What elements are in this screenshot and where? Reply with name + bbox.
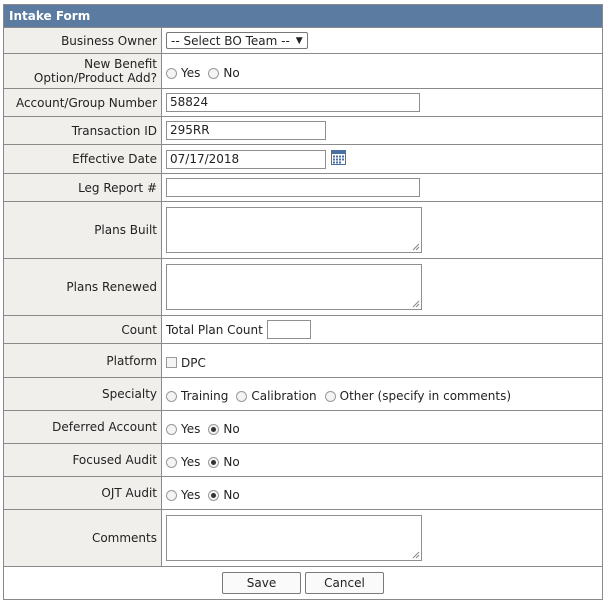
count-label: Count (4, 316, 162, 343)
new-benefit-yes-option[interactable]: Yes (166, 66, 200, 80)
transaction-id-input[interactable]: 295RR (166, 121, 326, 140)
row-deferred-account: Deferred Account Yes No (4, 411, 602, 444)
new-benefit-yes-label: Yes (181, 66, 201, 80)
ojt-audit-label: OJT Audit (4, 477, 162, 509)
ojt-audit-yes-radio[interactable] (166, 489, 177, 501)
focused-audit-label: Focused Audit (4, 444, 162, 476)
specialty-other-radio[interactable] (324, 390, 336, 402)
deferred-account-yes-option[interactable]: Yes (166, 422, 200, 436)
row-plans-built: Plans Built (4, 202, 602, 259)
focused-audit-yes-radio[interactable] (166, 456, 177, 468)
cancel-button[interactable]: Cancel (305, 572, 384, 594)
effective-date-label: Effective Date (4, 145, 162, 173)
specialty-calibration-option[interactable]: Calibration (236, 389, 317, 403)
intake-form: Intake Form Business Owner -- Select BO … (3, 4, 603, 600)
resize-grip-icon[interactable] (412, 300, 420, 308)
specialty-other-label: Other (specify in comments) (339, 389, 512, 403)
specialty-training-option[interactable]: Training (166, 389, 228, 403)
account-group-label: Account/Group Number (4, 89, 162, 116)
focused-audit-yes-option[interactable]: Yes (166, 455, 200, 469)
platform-dpc-option[interactable]: DPC (166, 356, 206, 370)
row-leg-report: Leg Report # (4, 174, 602, 202)
plans-built-label: Plans Built (4, 202, 162, 258)
ojt-audit-yes-label: Yes (181, 488, 201, 502)
row-comments: Comments (4, 510, 602, 567)
row-platform: Platform DPC (4, 344, 602, 378)
business-owner-select[interactable]: -- Select BO Team -- ▼ (166, 32, 308, 49)
focused-audit-no-radio[interactable] (208, 456, 220, 468)
resize-grip-icon[interactable] (412, 243, 420, 251)
new-benefit-label-line2: Option/Product Add? (33, 71, 157, 85)
row-count: Count Total Plan Count (4, 316, 602, 344)
plans-built-textarea[interactable] (166, 207, 422, 253)
chevron-down-icon: ▼ (295, 35, 303, 46)
leg-report-label: Leg Report # (4, 174, 162, 201)
specialty-calibration-radio[interactable] (236, 390, 248, 402)
deferred-account-no-radio[interactable] (208, 423, 220, 435)
business-owner-label: Business Owner (4, 28, 162, 53)
platform-dpc-label: DPC (181, 355, 206, 370)
row-transaction-id: Transaction ID 295RR (4, 117, 602, 145)
new-benefit-label-line1: New Benefit (84, 57, 157, 71)
ojt-audit-no-radio[interactable] (208, 489, 220, 501)
deferred-account-yes-label: Yes (181, 422, 201, 436)
specialty-other-option[interactable]: Other (specify in comments) (324, 389, 512, 403)
deferred-account-label: Deferred Account (4, 411, 162, 443)
account-group-input[interactable]: 58824 (166, 93, 420, 112)
new-benefit-label: New Benefit Option/Product Add? (4, 54, 162, 88)
focused-audit-no-option[interactable]: No (208, 455, 240, 469)
new-benefit-no-option[interactable]: No (208, 66, 240, 80)
leg-report-input[interactable] (166, 178, 420, 197)
comments-label: Comments (4, 510, 162, 566)
save-button[interactable]: Save (222, 572, 301, 594)
specialty-training-radio[interactable] (166, 390, 177, 402)
form-footer: Save Cancel (4, 567, 602, 599)
deferred-account-no-label: No (223, 422, 240, 436)
transaction-id-label: Transaction ID (4, 117, 162, 144)
focused-audit-yes-label: Yes (181, 455, 201, 469)
ojt-audit-no-label: No (223, 488, 240, 502)
calendar-icon[interactable] (331, 150, 346, 168)
plans-renewed-textarea[interactable] (166, 264, 422, 310)
ojt-audit-no-option[interactable]: No (208, 488, 240, 502)
row-account-group: Account/Group Number 58824 (4, 89, 602, 117)
specialty-label: Specialty (4, 378, 162, 410)
platform-label: Platform (4, 344, 162, 377)
new-benefit-no-radio[interactable] (208, 67, 220, 79)
row-focused-audit: Focused Audit Yes No (4, 444, 602, 477)
total-plan-count-input[interactable] (266, 320, 311, 339)
row-business-owner: Business Owner -- Select BO Team -- ▼ (4, 28, 602, 54)
focused-audit-no-label: No (223, 455, 240, 469)
new-benefit-no-label: No (223, 66, 240, 80)
row-specialty: Specialty Training Calibration Other (sp… (4, 378, 602, 411)
business-owner-selected: -- Select BO Team -- (171, 33, 290, 48)
plans-renewed-label: Plans Renewed (4, 259, 162, 315)
comments-textarea[interactable] (166, 515, 422, 561)
row-effective-date: Effective Date 07/17/2018 (4, 145, 602, 174)
deferred-account-no-option[interactable]: No (208, 422, 240, 436)
new-benefit-yes-radio[interactable] (166, 67, 177, 79)
effective-date-input[interactable]: 07/17/2018 (166, 149, 326, 169)
resize-grip-icon[interactable] (412, 551, 420, 559)
row-plans-renewed: Plans Renewed (4, 259, 602, 316)
ojt-audit-yes-option[interactable]: Yes (166, 488, 200, 502)
specialty-calibration-label: Calibration (251, 389, 317, 403)
row-new-benefit: New Benefit Option/Product Add? Yes No (4, 54, 602, 89)
total-plan-count-label: Total Plan Count (166, 322, 263, 337)
platform-dpc-checkbox[interactable] (166, 357, 177, 368)
row-ojt-audit: OJT Audit Yes No (4, 477, 602, 510)
specialty-training-label: Training (181, 389, 229, 403)
deferred-account-yes-radio[interactable] (166, 423, 177, 435)
form-title: Intake Form (4, 5, 602, 28)
